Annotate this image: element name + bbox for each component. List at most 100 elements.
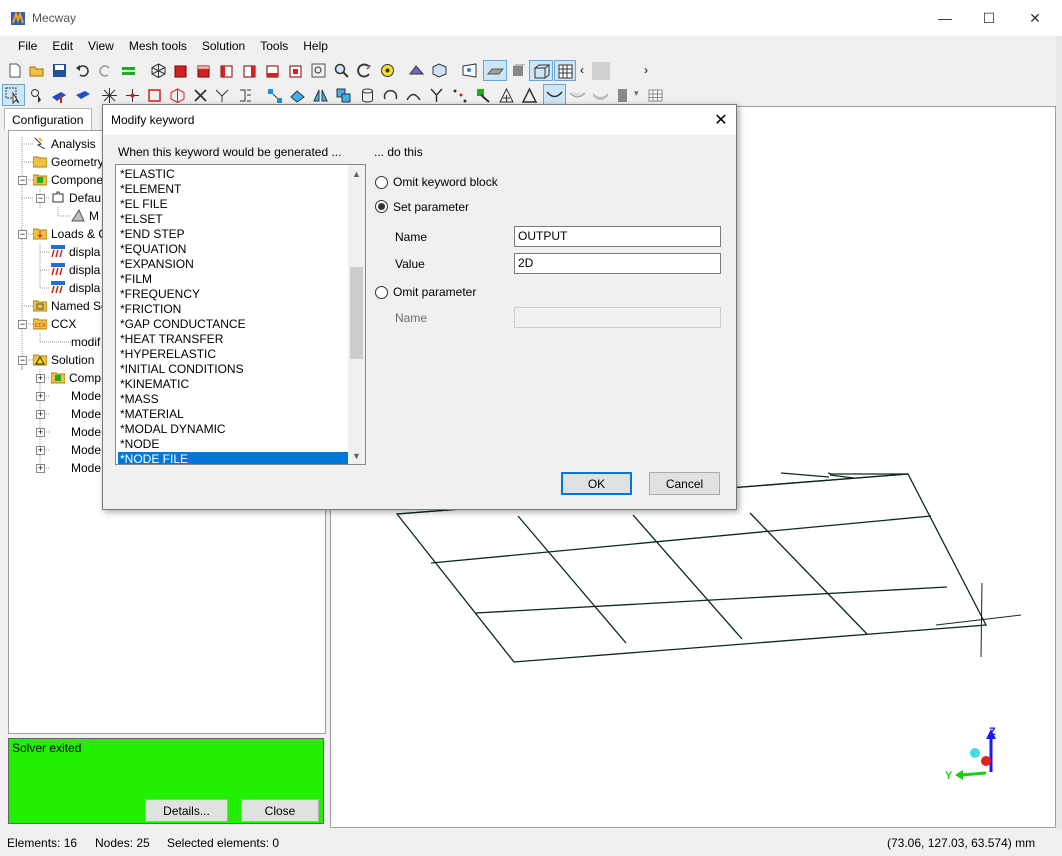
split-icon[interactable] bbox=[214, 87, 231, 104]
tree-item-loads[interactable]: Loads & C bbox=[33, 225, 107, 243]
cancel-button[interactable]: Cancel bbox=[649, 472, 720, 495]
keyword-list-item[interactable]: *ELEMENT bbox=[118, 182, 348, 197]
ok-button[interactable]: OK bbox=[561, 472, 632, 495]
keyword-list-item[interactable]: *HYPERELASTIC bbox=[118, 347, 348, 362]
keyword-list-item[interactable]: *EL FILE bbox=[118, 197, 348, 212]
expand-icon[interactable]: + bbox=[36, 392, 45, 401]
scroll-right-icon[interactable]: › bbox=[644, 63, 648, 77]
scrollbar-thumb[interactable] bbox=[350, 267, 363, 359]
tree-item-modify-keyword[interactable]: modif bbox=[71, 333, 100, 351]
table-icon[interactable] bbox=[647, 87, 664, 104]
tree-item-mode[interactable]: Mode bbox=[71, 459, 101, 477]
fit-view-icon[interactable] bbox=[379, 62, 396, 79]
add-node-icon[interactable] bbox=[124, 87, 141, 104]
tree-item-solution[interactable]: Solution bbox=[33, 351, 94, 369]
close-window-button[interactable]: ✕ bbox=[1020, 8, 1050, 28]
tree-item-default[interactable]: Defau bbox=[51, 189, 101, 207]
tree-item-geometry[interactable]: Geometry bbox=[33, 153, 104, 171]
collapse-icon[interactable]: − bbox=[18, 356, 27, 365]
keyword-list-item[interactable]: *NODE bbox=[118, 437, 348, 452]
mesh-grid-button[interactable] bbox=[554, 60, 576, 81]
mirror-icon[interactable] bbox=[312, 87, 329, 104]
wireframe-view-button[interactable] bbox=[529, 60, 553, 81]
keyword-list-item[interactable]: *MASS bbox=[118, 392, 348, 407]
shell-icon[interactable] bbox=[569, 87, 586, 104]
node-snap-icon[interactable] bbox=[101, 87, 118, 104]
expand-icon[interactable]: + bbox=[36, 374, 45, 383]
select-face-icon[interactable] bbox=[51, 87, 68, 104]
keyword-list-item[interactable]: *ELSET bbox=[118, 212, 348, 227]
scroll-left-icon[interactable]: ‹ bbox=[580, 63, 584, 77]
tree-item-displacement[interactable]: displa bbox=[51, 243, 100, 261]
triangle-mesh-icon[interactable] bbox=[521, 87, 538, 104]
collapse-icon[interactable]: − bbox=[18, 176, 27, 185]
tree-item-components[interactable]: Compone bbox=[33, 171, 103, 189]
surface-view-button[interactable] bbox=[483, 60, 507, 81]
branch-icon[interactable] bbox=[428, 87, 445, 104]
keyword-list-item[interactable]: *FREQUENCY bbox=[118, 287, 348, 302]
keyword-list-item[interactable]: *INITIAL CONDITIONS bbox=[118, 362, 348, 377]
view-cube-icon[interactable] bbox=[264, 62, 281, 79]
set-parameter-radio[interactable] bbox=[375, 200, 388, 213]
omit-parameter-name-input[interactable] bbox=[514, 307, 721, 328]
maximize-button[interactable]: ☐ bbox=[974, 8, 1004, 28]
perspective-icon[interactable] bbox=[461, 62, 478, 79]
menu-tools[interactable]: Tools bbox=[260, 36, 297, 56]
bend-icon[interactable] bbox=[405, 87, 422, 104]
expand-icon[interactable]: + bbox=[36, 446, 45, 455]
wireframe-cube-icon[interactable] bbox=[150, 62, 167, 79]
layers-icon[interactable] bbox=[120, 62, 137, 79]
keyword-list-item[interactable]: *NODE FILE bbox=[118, 452, 348, 464]
delete-icon[interactable] bbox=[192, 87, 209, 104]
menu-file[interactable]: File bbox=[18, 36, 46, 56]
keyword-list-item[interactable]: *FILM bbox=[118, 272, 348, 287]
omit-parameter-radio[interactable] bbox=[375, 286, 388, 299]
add-solid-icon[interactable] bbox=[169, 87, 186, 104]
undo-icon[interactable] bbox=[74, 62, 91, 79]
parameter-name-input[interactable]: OUTPUT bbox=[514, 226, 721, 247]
menu-solution[interactable]: Solution bbox=[202, 36, 254, 56]
expand-icon[interactable]: + bbox=[36, 464, 45, 473]
scroll-up-icon[interactable]: ▲ bbox=[348, 165, 365, 182]
keyword-list-item[interactable]: *EXPANSION bbox=[118, 257, 348, 272]
tree-item-displacement[interactable]: displa bbox=[51, 261, 100, 279]
view-cube-icon[interactable] bbox=[218, 62, 235, 79]
cylinder-icon[interactable] bbox=[359, 87, 376, 104]
triangle-mesh-icon[interactable] bbox=[498, 87, 515, 104]
open-folder-icon[interactable] bbox=[28, 62, 45, 79]
view-cube-icon[interactable] bbox=[241, 62, 258, 79]
keyword-list-scrollbar[interactable]: ▲ ▼ bbox=[348, 165, 365, 464]
tree-item-mode[interactable]: Mode bbox=[71, 423, 101, 441]
tab-configuration[interactable]: Configuration bbox=[4, 108, 92, 130]
select-edge-icon[interactable] bbox=[75, 87, 92, 104]
select-tool-button[interactable] bbox=[2, 84, 25, 106]
expand-icon[interactable]: + bbox=[36, 428, 45, 437]
tree-item-displacement[interactable]: displa bbox=[51, 279, 100, 297]
set-parameter-label[interactable]: Set parameter bbox=[393, 200, 469, 214]
tree-item-named-selections[interactable]: Named Se bbox=[33, 297, 108, 315]
keyword-list-item[interactable]: *EQUATION bbox=[118, 242, 348, 257]
collapse-icon[interactable]: − bbox=[18, 230, 27, 239]
copy-icon[interactable] bbox=[335, 87, 352, 104]
zoom-icon[interactable] bbox=[333, 62, 350, 79]
select-node-icon[interactable] bbox=[29, 87, 46, 104]
keyword-list-item[interactable]: *FRICTION bbox=[118, 302, 348, 317]
tree-item-analysis[interactable]: Analysis bbox=[33, 135, 96, 153]
keyword-list-item[interactable]: *GAP CONDUCTANCE bbox=[118, 317, 348, 332]
view-cube-icon[interactable] bbox=[172, 62, 189, 79]
extrude-icon[interactable] bbox=[266, 87, 283, 104]
zoom-box-icon[interactable] bbox=[310, 62, 327, 79]
shade-icon[interactable] bbox=[431, 62, 448, 79]
view-cube-icon[interactable] bbox=[287, 62, 304, 79]
omit-parameter-label[interactable]: Omit parameter bbox=[393, 285, 476, 299]
shell-icon[interactable] bbox=[592, 87, 609, 104]
dropdown-arrow-icon[interactable]: ▾ bbox=[634, 88, 639, 99]
save-icon[interactable] bbox=[51, 62, 68, 79]
collapse-icon[interactable]: − bbox=[36, 194, 45, 203]
keyword-list-item[interactable]: *KINEMATIC bbox=[118, 377, 348, 392]
toolbar-scroll-thumb[interactable] bbox=[592, 62, 610, 80]
omit-keyword-block-label[interactable]: Omit keyword block bbox=[393, 175, 498, 189]
parameter-value-input[interactable]: 2D bbox=[514, 253, 721, 274]
view-cube-icon[interactable] bbox=[195, 62, 212, 79]
keyword-list[interactable]: *ELASTIC *ELEMENT *EL FILE *ELSET *END STEP *… bbox=[115, 164, 366, 465]
